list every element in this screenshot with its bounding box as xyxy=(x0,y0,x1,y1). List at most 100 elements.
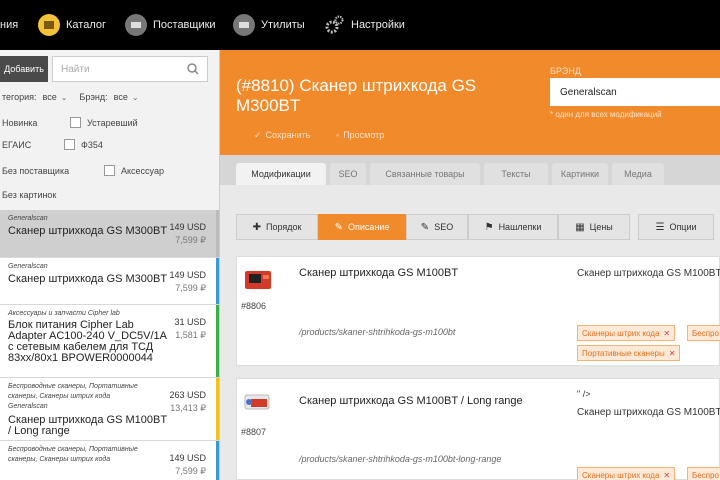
nav-item-utilities[interactable]: Утилиты xyxy=(233,0,305,50)
filter-egais[interactable]: ЕГАИС xyxy=(2,140,31,150)
filter-no-images[interactable]: Без картинок xyxy=(2,190,56,200)
stickers-label: Нашлепки xyxy=(498,222,542,232)
preview-label: Просмотр xyxy=(343,130,385,140)
catalog-icon xyxy=(38,14,60,36)
item-category: Generalscan xyxy=(8,263,48,270)
search-placeholder: Найти xyxy=(61,63,90,75)
chevron-down-icon: ⌄ xyxy=(131,93,139,102)
item-name: Сканер штрихкода GS M300BT xyxy=(8,273,168,285)
filter-new[interactable]: Новинка xyxy=(2,118,37,128)
save-label: Сохранить xyxy=(265,130,311,140)
tab-media[interactable]: Медиа xyxy=(612,163,664,185)
remove-tag-icon[interactable]: ✕ xyxy=(663,329,670,338)
flag-icon: ⚑ xyxy=(484,221,494,233)
description-button[interactable]: ✎ Описание xyxy=(318,214,406,240)
product-header: (#8810) Сканер штрихкода GS M300BT ✓ Сохр… xyxy=(220,50,720,155)
options-button[interactable]: ☰ Опции xyxy=(638,214,714,240)
filter-new-label: Новинка xyxy=(2,118,38,128)
utilities-icon xyxy=(233,14,255,36)
item-name: Блок питания Cipher Lab Adapter AC100-24… xyxy=(8,319,167,364)
product-description: Сканер штрихкода GS M100BT / Long xyxy=(577,407,720,418)
preview-link[interactable]: ◦ Просмотр xyxy=(336,130,384,140)
check-icon: ✓ xyxy=(254,130,262,140)
remove-tag-icon[interactable]: ✕ xyxy=(663,471,670,480)
order-button[interactable]: ✚ Порядок xyxy=(236,214,318,240)
checkbox[interactable] xyxy=(104,165,115,176)
status-marker xyxy=(216,441,219,480)
brand-filter-select[interactable]: все ⌄ xyxy=(114,92,139,102)
category-tag: Беспро xyxy=(687,325,720,341)
product-description-prefix: " /> xyxy=(577,389,591,399)
gear-icon xyxy=(323,14,345,36)
product-name[interactable]: Сканер штрихкода GS M100BT xyxy=(299,267,458,279)
category-tag: Портативные сканеры ✕ xyxy=(577,345,681,361)
prices-label: Цены xyxy=(589,222,613,232)
nav-label-suppliers: Поставщики xyxy=(153,19,216,31)
product-row[interactable]: #8806 Сканер штрихкода GS M100BT Сканер … xyxy=(236,256,720,366)
nav-label-home: ния xyxy=(0,19,19,31)
filter-no-supplier[interactable]: Без поставщика xyxy=(2,166,69,176)
search-icon[interactable] xyxy=(187,63,199,78)
filter-obsolete[interactable]: Устаревший xyxy=(70,117,138,128)
prices-button[interactable]: ▦ Цены xyxy=(558,214,630,240)
list-item[interactable]: Беспроводные сканеры, Портативные сканер… xyxy=(0,441,219,480)
product-id[interactable]: #8807 xyxy=(241,427,266,437)
add-button[interactable]: Добавить xyxy=(0,56,48,82)
category-filter-value: все xyxy=(42,92,57,102)
pencil-icon: ✎ xyxy=(420,221,430,233)
filter-no-images-label: Без картинок xyxy=(2,190,57,200)
item-category: Беспроводные сканеры, Портативные сканер… xyxy=(8,383,138,410)
filter-obsolete-label: Устаревший xyxy=(87,117,138,128)
tab-related-products[interactable]: Связанные товары xyxy=(370,163,480,185)
brand-field[interactable]: Generalscan xyxy=(550,78,720,106)
nav-item-settings[interactable]: Настройки xyxy=(323,0,405,50)
product-image[interactable] xyxy=(243,265,277,295)
category-filter-select[interactable]: все ⌄ xyxy=(43,92,68,102)
product-name[interactable]: Сканер штрихкода GS M100BT / Long range xyxy=(299,395,523,407)
top-nav: ния Каталог Поставщики Утилиты Настройки xyxy=(0,0,720,50)
nav-item-home[interactable]: ния xyxy=(0,0,18,50)
item-category: Аксессуары и запчасти Cipher lab xyxy=(8,310,120,317)
stickers-button[interactable]: ⚑ Нашлепки xyxy=(468,214,558,240)
description-label: Описание xyxy=(347,222,390,232)
remove-tag-icon[interactable]: ✕ xyxy=(669,349,676,358)
list-item[interactable]: Аксессуары и запчасти Cipher lab Блок пи… xyxy=(0,305,219,378)
search-input[interactable]: Найти xyxy=(52,56,208,82)
options-label: Опции xyxy=(669,222,697,232)
product-url[interactable]: /products/skaner-shtrihkoda-gs-m100bt-lo… xyxy=(299,454,501,464)
category-tag: Сканеры штрих кода ✕ xyxy=(577,467,676,480)
category-filter-label: тегория: xyxy=(2,92,37,102)
list-item[interactable]: Generalscan Сканер штрихкода GS M300BT 1… xyxy=(0,258,219,305)
filter-accessory-label: Аксессуар xyxy=(121,165,164,176)
item-name: Сканер штрихкода GS M100BT / Long range xyxy=(8,414,167,437)
seo-button[interactable]: ✎ SEO xyxy=(406,214,468,240)
suppliers-icon xyxy=(125,14,147,36)
calculator-icon: ▦ xyxy=(575,221,585,233)
tab-seo[interactable]: SEO xyxy=(330,163,366,185)
tab-modifications[interactable]: Модификации xyxy=(236,163,326,185)
save-link[interactable]: ✓ Сохранить xyxy=(254,130,310,141)
filter-accessory[interactable]: Аксессуар xyxy=(104,165,164,176)
tag-label: Сканеры штрих кода xyxy=(582,328,660,338)
product-id[interactable]: #8806 xyxy=(241,301,266,311)
item-price-usd: 31 USD xyxy=(174,317,206,327)
sidebar: Добавить Найти тегория: все ⌄ Брэнд: все ⌄… xyxy=(0,50,220,480)
list-item[interactable]: Generalscan Сканер штрихкода GS M300BT 1… xyxy=(0,210,219,258)
product-image[interactable] xyxy=(243,387,277,417)
item-price-rub: 7,599 ₽ xyxy=(175,466,206,476)
item-name: Сканер штрихкода GS M300BT xyxy=(8,225,168,237)
nav-item-suppliers[interactable]: Поставщики xyxy=(125,0,216,50)
nav-item-catalog[interactable]: Каталог xyxy=(38,0,106,50)
product-url[interactable]: /products/skaner-shtrihkoda-gs-m100bt xyxy=(299,327,455,337)
item-price-usd: 149 USD xyxy=(169,270,206,280)
filter-f354[interactable]: Ф354 xyxy=(64,139,103,150)
status-marker xyxy=(216,305,219,377)
product-row[interactable]: #8807 Сканер штрихкода GS M100BT / Long … xyxy=(236,378,720,480)
tab-texts[interactable]: Тексты xyxy=(484,163,548,185)
checkbox[interactable] xyxy=(70,117,81,128)
item-price-rub: 7,599 ₽ xyxy=(175,283,206,293)
checkbox[interactable] xyxy=(64,139,75,150)
filter-no-supplier-label: Без поставщика xyxy=(2,166,70,176)
list-item[interactable]: Беспроводные сканеры, Портативные сканер… xyxy=(0,378,219,441)
tab-images[interactable]: Картинки xyxy=(552,163,608,185)
